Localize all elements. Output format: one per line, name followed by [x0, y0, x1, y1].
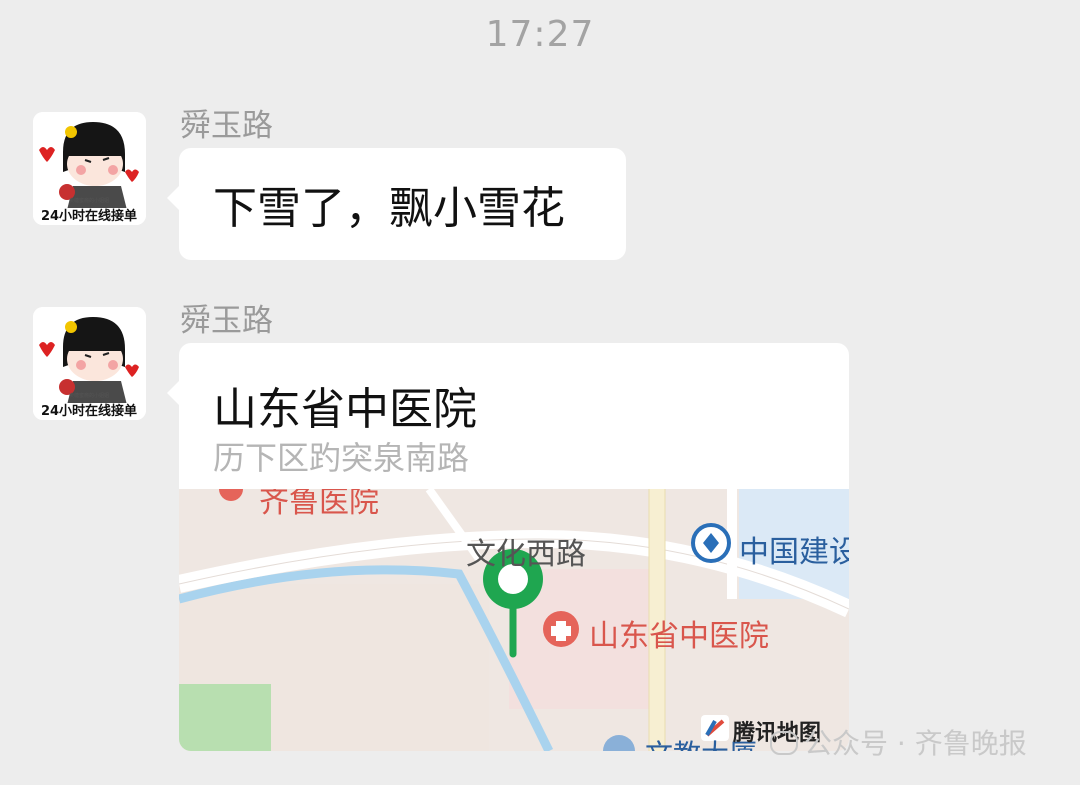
location-address: 历下区趵突泉南路 — [213, 439, 470, 477]
sender-name: 舜玉路 — [180, 108, 273, 144]
avatar-caption: 24小时在线接单 — [41, 403, 137, 419]
park-area — [179, 684, 271, 751]
timestamp: 17:27 — [485, 14, 595, 55]
bubble-tail — [167, 186, 179, 210]
avatar-small-text: 卖糖蜜瘾的小姐姐 — [69, 392, 109, 399]
message-bubble[interactable]: 下雪了，飘小雪花 — [167, 148, 626, 260]
location-title: 山东省中医院 — [213, 384, 477, 435]
sender-name: 舜玉路 — [180, 303, 273, 339]
avatar-small-text: 卖糖蜜瘾的小姐姐 — [69, 197, 109, 204]
watermark: 公众号 · 齐鲁晚报 — [770, 722, 1027, 762]
map-label-qilu-hospital: 齐鲁医院 — [259, 489, 379, 520]
message-text: 下雪了，飘小雪花 — [213, 183, 565, 234]
map-label-destination: 山东省中医院 — [589, 619, 769, 654]
avatar[interactable]: 卖糖蜜瘾的小姐姐 24小时在线接单 — [33, 112, 146, 225]
wechat-icon — [770, 731, 798, 755]
watermark-text: 公众号 · 齐鲁晚报 — [804, 727, 1027, 760]
avatar-caption: 24小时在线接单 — [41, 208, 137, 224]
avatar[interactable]: 卖糖蜜瘾的小姐姐 24小时在线接单 — [33, 307, 146, 420]
bubble-tail — [167, 381, 179, 405]
map-label-bank: 中国建设 — [739, 535, 849, 570]
location-card[interactable]: 山东省中医院 历下区趵突泉南路 齐鲁医院 文化西路 中国建设 山东省中医院 腾讯… — [167, 343, 849, 751]
map-label-road: 文化西路 — [466, 537, 586, 572]
location-map[interactable]: 齐鲁医院 文化西路 中国建设 山东省中医院 文教大厦 腾讯地图 — [179, 489, 849, 751]
